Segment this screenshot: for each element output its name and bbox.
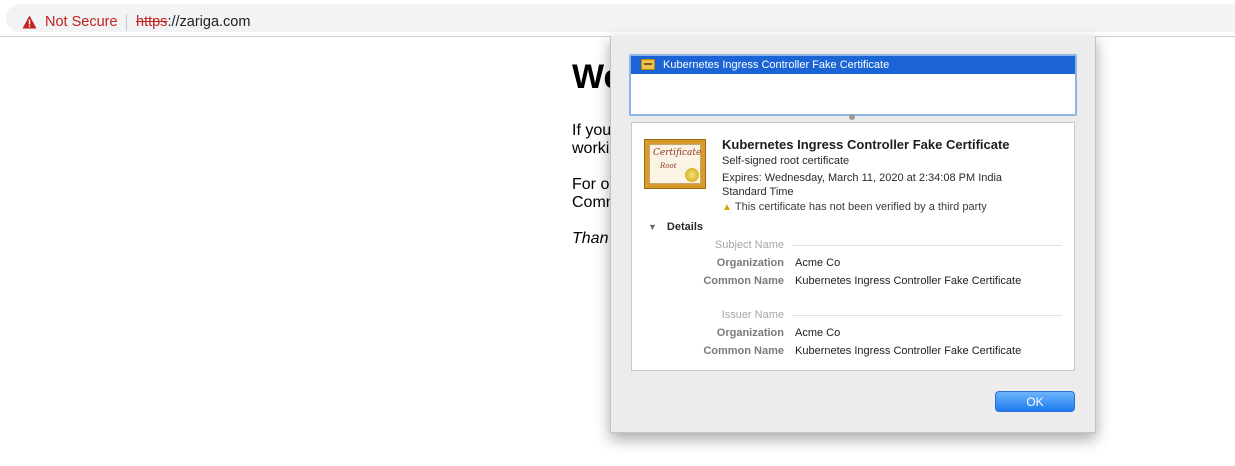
certificate-type: Self-signed root certificate: [722, 155, 850, 167]
omnibox-divider: [126, 14, 127, 31]
issuer-name-divider: [792, 315, 1062, 316]
url-text[interactable]: https://zariga.com: [136, 14, 250, 30]
details-disclosure[interactable]: ▼ Details: [648, 221, 703, 233]
security-status-label[interactable]: Not Secure: [45, 14, 118, 30]
disclosure-triangle-icon[interactable]: ▼: [648, 222, 657, 232]
subject-organization-value: Acme Co: [795, 257, 841, 269]
ok-button[interactable]: OK: [995, 391, 1075, 412]
page-paragraph-1-line-1: If you: [572, 122, 612, 139]
details-label: Details: [666, 221, 703, 233]
url-host: zariga.com: [179, 14, 251, 30]
subject-common-name-value: Kubernetes Ingress Controller Fake Certi…: [795, 275, 1022, 287]
seal-icon: [685, 168, 699, 182]
certificate-chain-list[interactable]: Kubernetes Ingress Controller Fake Certi…: [629, 54, 1077, 116]
warning-triangle-icon: ▲: [722, 202, 732, 213]
certificate-icon: [641, 59, 655, 70]
certificate-trust-warning: ▲ This certificate has not been verified …: [722, 201, 987, 213]
split-view-handle[interactable]: [849, 114, 855, 120]
certificate-icon-subtext: Root: [660, 162, 677, 170]
issuer-name-heading: Issuer Name: [721, 309, 784, 321]
certificate-chain-item-label: Kubernetes Ingress Controller Fake Certi…: [663, 59, 890, 71]
omnibox[interactable]: Not Secure https://zariga.com: [6, 4, 1235, 32]
url-scheme: https: [136, 14, 168, 30]
issuer-common-name-value: Kubernetes Ingress Controller Fake Certi…: [795, 345, 1022, 357]
issuer-organization-value: Acme Co: [795, 327, 841, 339]
address-bar: Not Secure https://zariga.com: [0, 0, 1235, 37]
subject-name-heading: Subject Name: [714, 239, 784, 251]
issuer-common-name-label: Common Name: [703, 345, 784, 357]
certificate-dialog: Kubernetes Ingress Controller Fake Certi…: [610, 36, 1096, 433]
subject-name-divider: [792, 245, 1062, 246]
page-paragraph-1-line-2: worki: [572, 140, 610, 157]
certificate-chain-item[interactable]: Kubernetes Ingress Controller Fake Certi…: [631, 56, 1075, 74]
certificate-paper: Certificate Root: [649, 144, 701, 184]
certificate-icon-text: Certificate: [653, 148, 702, 158]
certificate-expiry: Expires: Wednesday, March 11, 2020 at 2:…: [722, 172, 1003, 198]
subject-organization-label: Organization: [716, 257, 784, 269]
page-paragraph-3: Than: [572, 230, 609, 247]
certificate-large-icon: Certificate Root: [644, 139, 706, 189]
subject-common-name-label: Common Name: [703, 275, 784, 287]
certificate-details-panel: Certificate Root Kubernetes Ingress Cont…: [631, 122, 1075, 371]
url-separator: ://: [167, 14, 180, 30]
certificate-trust-warning-text: This certificate has not been verified b…: [734, 201, 987, 213]
warning-triangle-icon[interactable]: [22, 15, 37, 29]
issuer-organization-label: Organization: [716, 327, 784, 339]
certificate-title: Kubernetes Ingress Controller Fake Certi…: [722, 137, 1010, 152]
page-paragraph-2-line-1: For o: [572, 176, 610, 193]
